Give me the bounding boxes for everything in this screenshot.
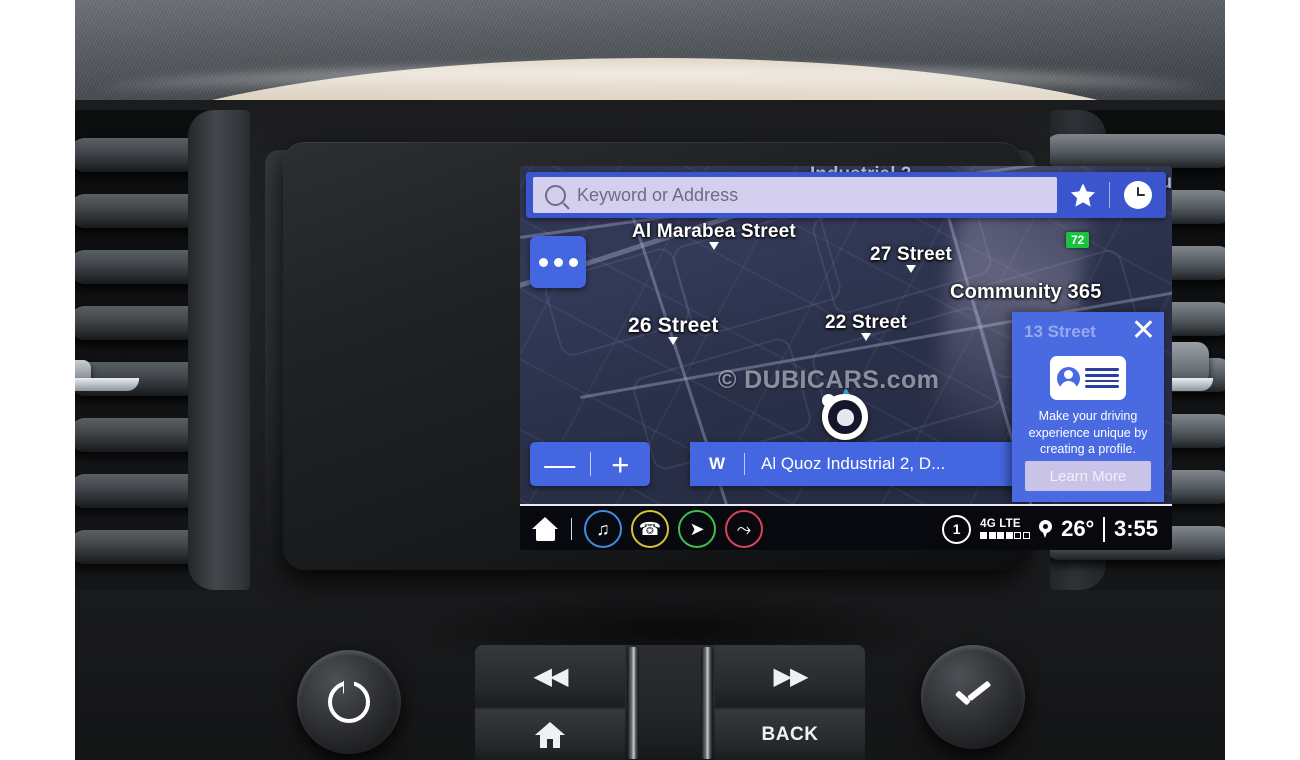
clock-icon [1124,181,1152,209]
infotainment-screen[interactable]: Industrial 2 Indu Al Marabea Street27 St… [520,166,1172,550]
map-zoom-controls[interactable]: — + [530,442,650,486]
power-volume-knob[interactable] [290,643,408,760]
search-placeholder: Keyword or Address [577,184,739,205]
taskbar-status: 1 4G LTE 26° 3:55 [942,514,1172,544]
next-track-glyph: ▶▶ [773,662,809,690]
next-track-button[interactable]: ▶▶ [715,645,865,707]
network-label: 4G LTE [980,517,1021,530]
infotainment-bezel: Industrial 2 Indu Al Marabea Street27 St… [283,142,1172,570]
location-pin-icon [1039,520,1053,538]
network-status: 4G LTE [980,517,1031,540]
profile-indicator[interactable]: 1 [942,514,972,544]
profile-card-icon [1050,356,1126,400]
tune-enter-knob[interactable] [914,638,1032,756]
clock-readout: 3:55 [1113,516,1158,541]
location-text: Al Quoz Industrial 2, D... [761,454,946,473]
temperature-readout: 26° [1061,516,1095,541]
signal-bar-filled [1005,532,1013,540]
profile-promo-card[interactable]: 13 Street ✕ Make your driving experience… [1012,312,1164,502]
signal-bars [980,532,1031,540]
recents-button[interactable] [1110,181,1166,209]
home-icon [535,721,565,748]
favorites-button[interactable] [1057,181,1109,210]
ghost-street-label: 13 Street [1024,322,1096,341]
signal-bar-empty [1014,532,1022,540]
close-icon[interactable]: ✕ [1131,316,1156,346]
back-button[interactable]: BACK [715,709,865,760]
zoom-out-button[interactable]: — [530,449,590,480]
star-icon [1070,182,1096,207]
check-icon [955,686,991,708]
system-taskbar[interactable]: ♫ ☎ ➤ ⤳ 1 4G LTE 26° 3:55 [520,504,1172,550]
search-input[interactable]: Keyword or Address [533,177,1057,213]
taskbar-app-phone[interactable]: ☎ [631,510,669,548]
home-hardware-button[interactable] [475,709,625,760]
dashboard-photo: Industrial 2 Indu Al Marabea Street27 St… [75,0,1225,760]
search-icon [545,184,566,206]
map-label: 22 Street [825,312,907,341]
current-location-bar[interactable]: W Al Quoz Industrial 2, D... [690,442,1012,486]
status-divider [1103,516,1105,542]
heading-direction: W [708,454,726,473]
signal-bar-filled [997,532,1005,540]
screenshot-root: Industrial 2 Indu Al Marabea Street27 St… [0,0,1300,760]
air-vent-left[interactable] [75,110,250,590]
signal-bar-filled [988,532,996,540]
learn-more-button[interactable]: Learn More [1025,461,1151,491]
map-label: Al Marabea Street [632,221,796,250]
back-label: BACK [761,723,819,745]
vent-adjust-tab-left[interactable] [75,360,139,391]
prev-track-button[interactable]: ◀◀ [475,645,625,707]
right-slider-rail[interactable] [701,647,713,759]
hardware-button-panel[interactable]: ◀◀ ▶▶ BACK [475,645,865,760]
promo-message: Make your driving experience unique by c… [1028,409,1148,456]
watermark: © DUBICARS.com [718,366,940,394]
map-label: 26 Street [628,314,719,345]
speed-limit-badge: 72 [1066,232,1090,248]
taskbar-app-comfort[interactable]: ⤳ [725,510,763,548]
zoom-in-button[interactable]: + [591,449,651,480]
home-icon[interactable] [532,517,559,541]
signal-bar-filled [980,532,988,540]
taskbar-app-media[interactable]: ♫ [584,510,622,548]
prev-track-glyph: ◀◀ [533,662,569,690]
vehicle-position-marker [822,388,868,440]
signal-bar-empty [1023,532,1031,540]
taskbar-apps[interactable]: ♫ ☎ ➤ ⤳ [520,510,763,548]
left-slider-rail[interactable] [627,647,639,759]
taskbar-divider [571,518,572,540]
taskbar-app-navigation[interactable]: ➤ [678,510,716,548]
map-label: Community 365 [950,281,1102,303]
search-bar[interactable]: Keyword or Address [526,172,1166,218]
map-label: 27 Street [870,244,952,273]
map-options-button[interactable] [530,236,586,288]
